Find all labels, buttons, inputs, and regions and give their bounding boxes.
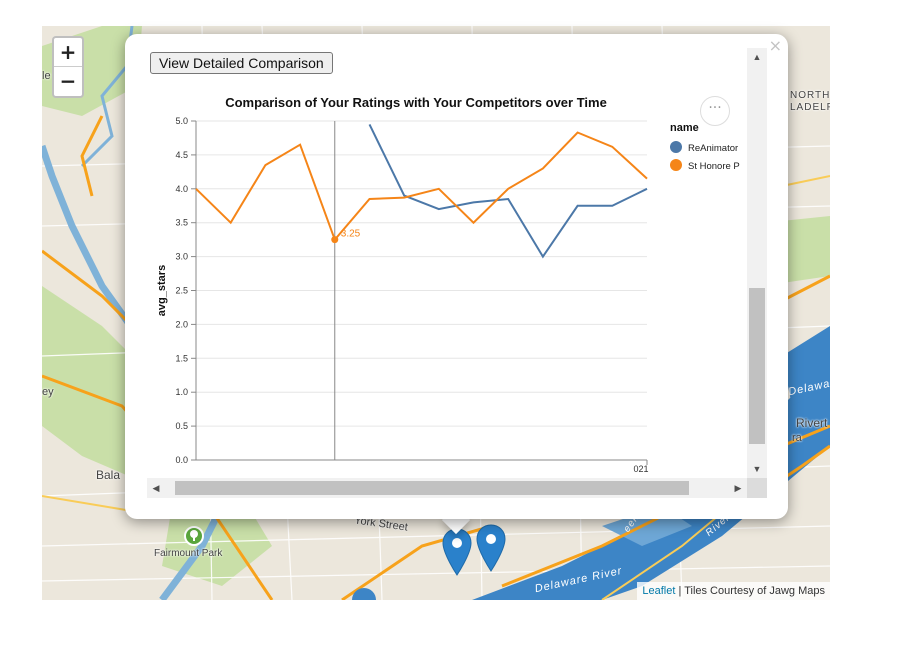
legend-swatch <box>670 141 682 153</box>
map-label-philadelphia: LADELP <box>790 102 830 113</box>
y-tick-label: 0.0 <box>175 455 188 465</box>
y-tick-label: 0.5 <box>175 421 188 431</box>
chart-actions-button[interactable]: ··· <box>700 96 730 126</box>
map-label-ra: ra <box>792 432 802 444</box>
horizontal-scroll-thumb[interactable] <box>175 481 689 495</box>
y-tick-label: 2.0 <box>175 319 188 329</box>
map-label-riverton: Rivert <box>796 416 828 430</box>
scroll-down-arrow[interactable]: ▼ <box>747 460 767 478</box>
map-attribution: Leaflet | Tiles Courtesy of Jawg Maps <box>637 582 830 600</box>
map-label-le: le <box>42 70 51 82</box>
ratings-chart: Comparison of Your Ratings with Your Com… <box>156 95 740 474</box>
tree-icon <box>184 526 204 546</box>
map-marker-icon[interactable] <box>476 524 506 572</box>
attribution-tiles: Tiles Courtesy of Jawg Maps <box>684 585 825 597</box>
series-line-1 <box>195 131 648 242</box>
chart-title: Comparison of Your Ratings with Your Com… <box>225 95 607 110</box>
scroll-left-arrow[interactable]: ◀ <box>147 478 165 498</box>
y-tick-label: 1.0 <box>175 387 188 397</box>
legend-title: name <box>670 122 699 134</box>
view-detailed-comparison-button[interactable]: View Detailed Comparison <box>150 52 333 74</box>
hover-point <box>331 236 339 244</box>
x-tick-label: 021 <box>633 464 648 474</box>
zoom-in-button[interactable]: + <box>54 38 82 67</box>
map-label-bala: Bala <box>96 468 121 482</box>
map-label-ey: ey <box>42 386 54 398</box>
zoom-control: + − <box>52 36 84 98</box>
legend-label: St Honore P <box>688 161 740 172</box>
leaflet-link[interactable]: Leaflet <box>642 585 675 597</box>
attribution-separator: | <box>675 585 685 597</box>
vertical-scrollbar[interactable]: ▲ ▼ <box>747 48 767 478</box>
legend-swatch <box>670 159 682 171</box>
y-tick-label: 3.5 <box>175 218 188 228</box>
scroll-right-arrow[interactable]: ▶ <box>729 478 747 498</box>
y-tick-label: 5.0 <box>175 116 188 126</box>
legend-label: ReAnimator <box>688 143 738 154</box>
popup-content: View Detailed Comparison Comparison of Y… <box>147 48 767 500</box>
close-icon[interactable]: × <box>769 38 782 54</box>
y-tick-label: 4.0 <box>175 184 188 194</box>
zoom-out-button[interactable]: − <box>54 67 82 96</box>
y-tick-label: 1.5 <box>175 353 188 363</box>
map-label-north: NORTH <box>790 90 830 101</box>
scroll-up-arrow[interactable]: ▲ <box>747 48 767 66</box>
y-tick-label: 4.5 <box>175 150 188 160</box>
map-label-fairmount-park: Fairmount Park <box>154 548 223 559</box>
vertical-scroll-thumb[interactable] <box>749 288 765 444</box>
map-marker-icon[interactable] <box>442 528 472 576</box>
y-axis-label: avg_stars <box>156 265 168 316</box>
horizontal-scrollbar[interactable]: ◀ ▶ <box>147 478 747 498</box>
scrollbar-corner <box>747 478 767 498</box>
map-popup: × View Detailed Comparison Comparison of… <box>125 34 788 519</box>
y-tick-label: 3.0 <box>175 252 188 262</box>
hover-value-label: 3.25 <box>341 229 361 240</box>
y-tick-label: 2.5 <box>175 286 188 296</box>
